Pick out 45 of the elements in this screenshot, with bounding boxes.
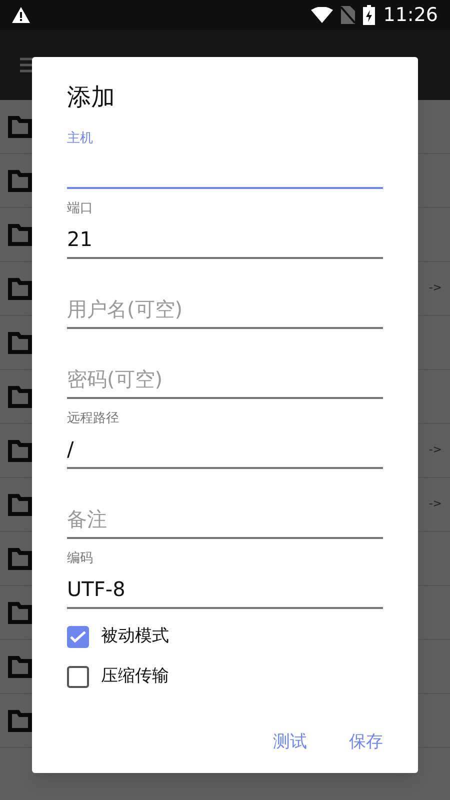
folder-icon bbox=[8, 386, 32, 408]
dialog-title: 添加 bbox=[67, 82, 116, 113]
folder-icon bbox=[8, 548, 32, 570]
text-field[interactable]: 编码 UTF-8 bbox=[67, 539, 383, 609]
folder-icon bbox=[8, 494, 32, 516]
link-arrow: -> bbox=[428, 280, 442, 296]
field-label: 端口 bbox=[67, 200, 94, 218]
folder-icon bbox=[8, 278, 32, 300]
field-label: 编码 bbox=[67, 550, 94, 568]
link-arrow: -> bbox=[428, 496, 442, 512]
text-field[interactable]: 用户名(可空) bbox=[67, 259, 383, 329]
field-label: 远程路径 bbox=[67, 410, 120, 428]
folder-icon bbox=[8, 710, 32, 732]
text-field[interactable]: 远程路径 / bbox=[67, 399, 383, 469]
link-arrow: -> bbox=[428, 442, 442, 458]
text-field[interactable]: 主机 bbox=[67, 119, 383, 189]
field-value: UTF-8 bbox=[67, 576, 126, 603]
clock-time: 11:26 bbox=[383, 2, 438, 28]
field-value: / bbox=[67, 436, 75, 463]
field-value: 21 bbox=[67, 226, 94, 253]
checkbox[interactable] bbox=[67, 666, 89, 688]
dialog-button[interactable]: 测试 bbox=[267, 726, 313, 759]
field-placeholder: 密码(可空) bbox=[67, 366, 164, 393]
checkbox-label: 压缩传输 bbox=[101, 665, 169, 688]
dialog-button[interactable]: 保存 bbox=[343, 726, 389, 759]
check-icon bbox=[70, 631, 86, 643]
wifi-icon bbox=[311, 7, 334, 23]
warning-icon bbox=[12, 7, 30, 23]
field-label: 主机 bbox=[67, 130, 94, 148]
text-field[interactable]: 端口 21 bbox=[67, 189, 383, 259]
folder-icon bbox=[8, 116, 32, 138]
battery-charging-icon bbox=[363, 5, 376, 25]
folder-icon bbox=[8, 602, 32, 624]
text-field[interactable]: 密码(可空) bbox=[67, 329, 383, 399]
field-placeholder: 备注 bbox=[67, 506, 108, 533]
no-sim-icon bbox=[341, 6, 356, 24]
text-field[interactable]: 备注 bbox=[67, 469, 383, 539]
folder-icon bbox=[8, 224, 32, 246]
folder-icon bbox=[8, 170, 32, 192]
checkbox-label: 被动模式 bbox=[101, 625, 169, 648]
checkbox[interactable] bbox=[67, 626, 89, 648]
folder-icon bbox=[8, 332, 32, 354]
field-placeholder: 用户名(可空) bbox=[67, 296, 184, 323]
folder-icon bbox=[8, 656, 32, 678]
folder-icon bbox=[8, 440, 32, 462]
